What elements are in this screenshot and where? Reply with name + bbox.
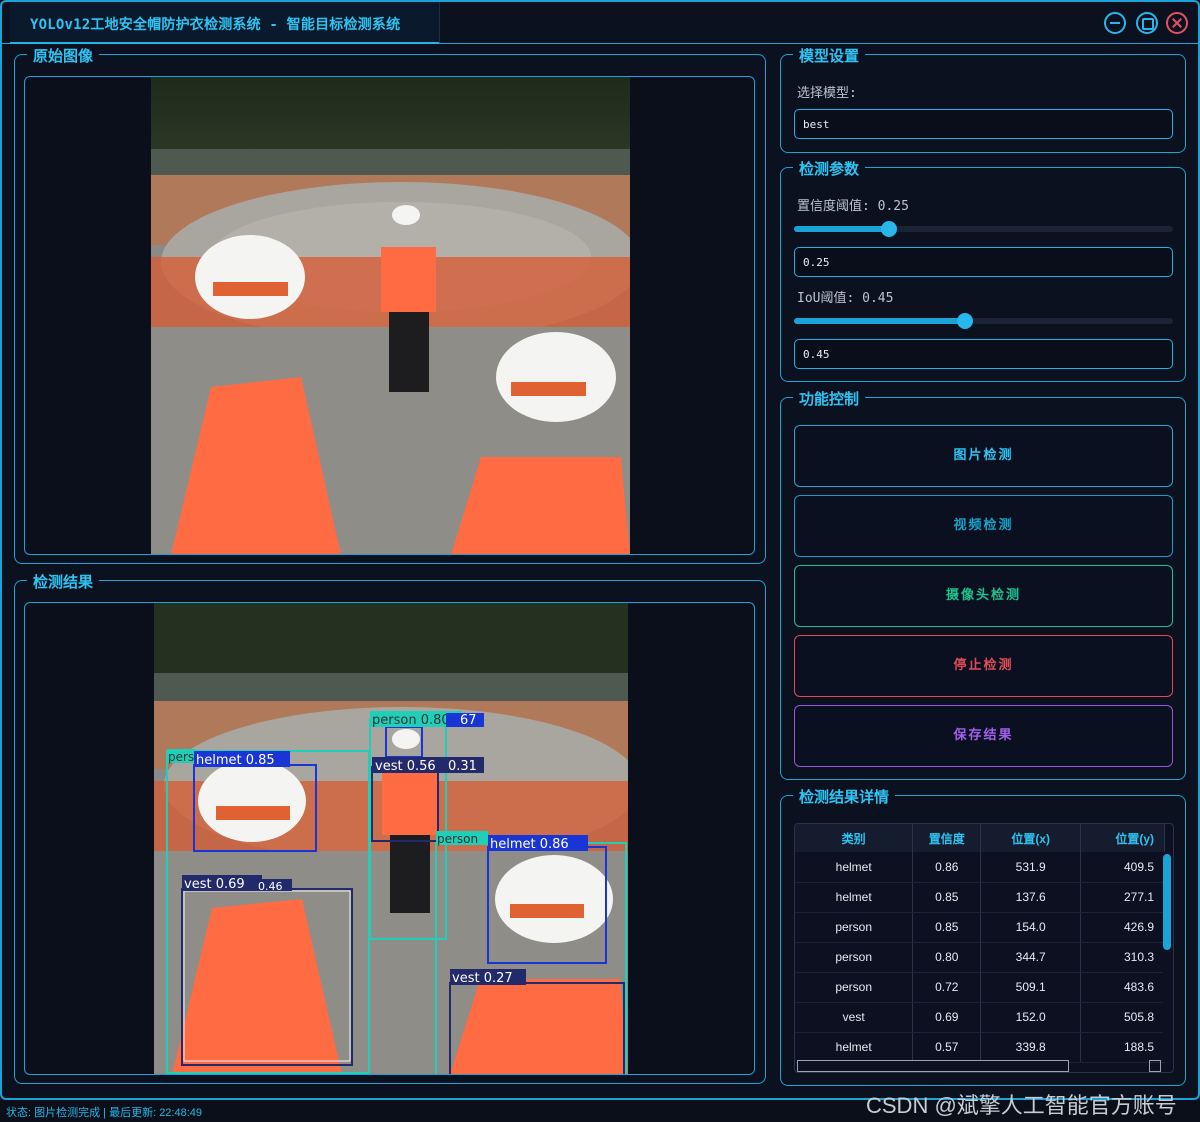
save-result-button[interactable]: 保存结果: [794, 705, 1173, 767]
model-select[interactable]: best: [794, 109, 1173, 139]
table-row[interactable]: helmet 0.57 339.8 188.5: [795, 1032, 1165, 1063]
table-row[interactable]: helmet 0.85 137.6 277.1: [795, 882, 1165, 913]
cell-confidence: 0.69: [912, 1002, 982, 1033]
detection-label: vest 0.56: [375, 759, 436, 774]
original-image: [151, 77, 630, 554]
detection-result-frame: pers helmet 0.85 person 0.80 67 vest 0.5…: [24, 602, 755, 1075]
watermark: CSDN @斌擎人工智能官方账号: [866, 1093, 1177, 1118]
cell-class: helmet: [795, 852, 914, 883]
cell-confidence: 0.72: [912, 972, 982, 1003]
detection-label: 0.31: [448, 759, 477, 774]
cell-confidence: 0.57: [912, 1032, 982, 1063]
detection-image: pers helmet 0.85 person 0.80 67 vest 0.5…: [154, 603, 628, 1074]
table-header-row: 类别 置信度 位置(x) 位置(y): [795, 824, 1165, 852]
detection-label: helmet 0.85: [196, 753, 275, 768]
iou-label: IoU阈值: 0.45: [797, 291, 894, 306]
cell-y: 426.9: [1080, 912, 1165, 943]
confidence-slider-handle[interactable]: [880, 221, 897, 237]
cell-confidence: 0.85: [912, 882, 982, 913]
column-header-x[interactable]: 位置(x): [980, 824, 1082, 852]
cell-x: 152.0: [980, 1002, 1082, 1033]
detection-label: person: [437, 832, 478, 846]
table-row[interactable]: person 0.72 509.1 483.6: [795, 972, 1165, 1003]
cell-confidence: 0.86: [912, 852, 982, 883]
cell-confidence: 0.85: [912, 912, 982, 943]
cell-x: 509.1: [980, 972, 1082, 1003]
cell-y: 188.5: [1080, 1032, 1165, 1063]
cell-y: 310.3: [1080, 942, 1165, 973]
detection-label: person 0.80: [372, 713, 450, 728]
column-header-class[interactable]: 类别: [795, 824, 914, 852]
iou-slider-fill: [794, 318, 965, 324]
window-title: YOLOv12工地安全帽防护衣检测系统 - 智能目标检测系统: [30, 17, 401, 33]
iou-slider[interactable]: [794, 313, 1173, 329]
iou-input[interactable]: 0.45: [794, 339, 1173, 369]
confidence-label: 置信度阈值: 0.25: [797, 199, 909, 214]
cell-class: person: [795, 912, 914, 943]
cell-y: 505.8: [1080, 1002, 1165, 1033]
original-image-title: 原始图像: [27, 45, 100, 66]
table-row[interactable]: person 0.85 154.0 426.9: [795, 912, 1165, 943]
detection-label: vest 0.27: [452, 971, 513, 986]
video-detect-button[interactable]: 视频检测: [794, 495, 1173, 557]
title-tab: YOLOv12工地安全帽防护衣检测系统 - 智能目标检测系统: [10, 2, 440, 44]
detection-label: helmet 0.86: [490, 837, 569, 852]
horizontal-scrollbar[interactable]: [797, 1060, 1069, 1072]
results-table-container: 类别 置信度 位置(x) 位置(y) helmet 0.86 531.9 409.5 h…: [794, 823, 1174, 1073]
scroll-corner: [1149, 1060, 1161, 1072]
cell-class: vest: [795, 1002, 914, 1033]
detection-label: pers: [168, 750, 194, 764]
image-detect-button[interactable]: 图片检测: [794, 425, 1173, 487]
vertical-scrollbar-thumb[interactable]: [1163, 854, 1171, 950]
detection-label: 0.46: [258, 880, 283, 893]
cell-class: helmet: [795, 1032, 914, 1063]
cell-x: 137.6: [980, 882, 1082, 913]
original-image-frame: [24, 76, 755, 555]
detection-label: 67: [460, 713, 477, 728]
model-settings-title: 模型设置: [793, 45, 866, 66]
table-row[interactable]: person 0.80 344.7 310.3: [795, 942, 1165, 973]
cell-x: 344.7: [980, 942, 1082, 973]
detection-result-title: 检测结果: [27, 571, 100, 592]
cell-y: 277.1: [1080, 882, 1165, 913]
function-controls-title: 功能控制: [793, 388, 866, 409]
cell-x: 339.8: [980, 1032, 1082, 1063]
close-icon[interactable]: [1166, 12, 1188, 34]
detection-label: vest 0.69: [184, 877, 245, 892]
confidence-slider[interactable]: [794, 221, 1173, 237]
results-detail-title: 检测结果详情: [793, 786, 896, 807]
cell-y: 483.6: [1080, 972, 1165, 1003]
column-header-confidence[interactable]: 置信度: [912, 824, 982, 852]
vertical-scrollbar[interactable]: [1163, 852, 1173, 1062]
confidence-slider-fill: [794, 226, 889, 232]
table-row[interactable]: vest 0.69 152.0 505.8: [795, 1002, 1165, 1033]
cell-confidence: 0.80: [912, 942, 982, 973]
status-text: 状态: 图片检测完成 | 最后更新: 22:48:49: [6, 1107, 203, 1119]
minimize-icon[interactable]: [1104, 12, 1126, 34]
confidence-input[interactable]: 0.25: [794, 247, 1173, 277]
detection-params-title: 检测参数: [793, 158, 866, 179]
table-row[interactable]: helmet 0.86 531.9 409.5: [795, 852, 1165, 883]
select-model-label: 选择模型:: [797, 86, 857, 101]
iou-slider-handle[interactable]: [956, 313, 973, 329]
cell-class: helmet: [795, 882, 914, 913]
cell-class: person: [795, 972, 914, 1003]
cell-y: 409.5: [1080, 852, 1165, 883]
results-table: 类别 置信度 位置(x) 位置(y) helmet 0.86 531.9 409.5 h…: [795, 824, 1165, 1063]
title-bar: YOLOv12工地安全帽防护衣检测系统 - 智能目标检测系统: [2, 2, 1198, 44]
camera-detect-button[interactable]: 摄像头检测: [794, 565, 1173, 627]
maximize-icon[interactable]: [1136, 12, 1158, 34]
cell-x: 154.0: [980, 912, 1082, 943]
stop-detect-button[interactable]: 停止检测: [794, 635, 1173, 697]
column-header-y[interactable]: 位置(y): [1080, 824, 1165, 852]
cell-class: person: [795, 942, 914, 973]
cell-x: 531.9: [980, 852, 1082, 883]
